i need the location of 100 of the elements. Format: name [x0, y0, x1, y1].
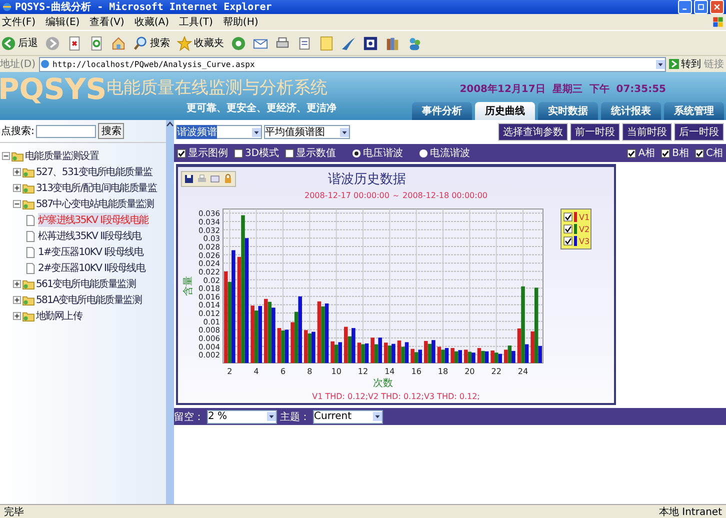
page-icon	[24, 214, 37, 226]
margin-select[interactable]: 2 %	[207, 410, 277, 424]
period-button[interactable]: 后一时段	[674, 123, 724, 141]
x-tick-label: 4	[254, 367, 259, 376]
menu-item[interactable]: 收藏(A)	[134, 15, 169, 29]
tree-item[interactable]: 313变电所/配电间电能质量监	[36, 181, 156, 195]
page-icon	[24, 230, 37, 242]
menu-item[interactable]: 查看(V)	[90, 15, 124, 29]
folder-icon	[22, 294, 35, 306]
close-button[interactable]	[710, 0, 724, 14]
search-button[interactable]: 搜索	[98, 123, 124, 139]
slogan: 更可靠、更安全、更经济、更洁净	[186, 101, 337, 115]
maximize-button[interactable]	[694, 0, 708, 14]
option-label: 电压谐波	[363, 146, 404, 160]
window-title: PQSYS-曲线分析 - Microsoft Internet Explorer	[15, 0, 273, 14]
search-label: 点搜索:	[1, 124, 34, 138]
dropdown-arrow-icon[interactable]	[252, 128, 261, 136]
legend-checkbox[interactable]	[564, 212, 572, 222]
menu-item[interactable]: 文件(F)	[2, 15, 36, 29]
checkbox[interactable]	[177, 148, 186, 158]
tree-item[interactable]: 561变电所电能质量监测	[36, 277, 136, 291]
period-button[interactable]: 选择查询参数	[498, 123, 568, 141]
dropdown-arrow-icon[interactable]	[267, 412, 276, 421]
checkbox[interactable]	[285, 148, 294, 158]
legend-checkbox[interactable]	[564, 236, 572, 246]
dropdown-arrow-icon[interactable]	[373, 412, 382, 421]
search-icon	[133, 36, 148, 50]
checkbox[interactable]	[695, 148, 704, 158]
checkbox[interactable]	[627, 148, 636, 158]
view-select[interactable]: 平均值频谱图	[264, 125, 350, 139]
bird-icon[interactable]	[341, 36, 356, 50]
expander-icon[interactable]	[13, 280, 21, 288]
checkbox[interactable]	[234, 148, 243, 158]
folder-icon	[22, 198, 35, 210]
page-icon	[40, 59, 50, 69]
x-tick-label: 6	[280, 367, 286, 376]
tree-item[interactable]: 581A变电所电能质量监测	[36, 293, 142, 307]
radio-button[interactable]	[419, 148, 428, 158]
nav-tab[interactable]: 实时数据	[538, 102, 598, 120]
search-field[interactable]	[36, 124, 96, 138]
radio-button[interactable]	[352, 148, 362, 158]
dropdown-arrow-icon[interactable]	[656, 60, 665, 68]
checkbox[interactable]	[661, 148, 670, 158]
save-icon[interactable]	[184, 174, 194, 184]
edit-icon[interactable]	[297, 36, 312, 50]
chart-type-select[interactable]: 谐波频谱	[176, 125, 262, 139]
tree-item[interactable]: 587中心变电站电能质量监测	[36, 197, 154, 211]
x-axis-label: 次数	[373, 378, 393, 389]
date-time: 2008年12月17日 星期三 下午 07:35:55	[460, 82, 666, 96]
page-icon	[24, 246, 37, 258]
lock-icon[interactable]	[223, 174, 233, 184]
address-label: 地址(D)	[0, 58, 36, 71]
tree-item[interactable]: 炉寨进线35KV I段母线电能	[38, 213, 148, 227]
legend-checkbox[interactable]	[564, 224, 572, 234]
people-icon[interactable]	[407, 36, 422, 50]
folder-icon	[22, 278, 35, 290]
nav-tab[interactable]: 统计报表	[601, 102, 661, 120]
menu-item[interactable]: 工具(T)	[179, 15, 213, 29]
back-button[interactable]: 后退	[1, 36, 38, 50]
expander-icon[interactable]	[13, 312, 21, 320]
favorites-button[interactable]: 收藏夹	[177, 36, 224, 50]
expander-icon[interactable]	[13, 184, 21, 192]
period-button[interactable]: 当前时段	[622, 123, 672, 141]
expander-icon[interactable]	[13, 168, 21, 176]
stop-icon[interactable]	[67, 36, 82, 50]
margin-label: 留空：	[174, 410, 204, 424]
tree-item[interactable]: 松苒进线35KV II段母线电	[38, 229, 142, 243]
square-logo-icon[interactable]	[363, 36, 378, 50]
nav-tab[interactable]: 事件分析	[412, 102, 472, 120]
books-icon[interactable]	[385, 36, 400, 50]
x-tick-label: 16	[411, 367, 422, 376]
maximize-icon	[697, 3, 705, 11]
expander-icon[interactable]	[13, 200, 21, 208]
menu-item[interactable]: 编辑(E)	[46, 15, 80, 29]
tree-item[interactable]: 地勤网上传	[36, 309, 82, 323]
theme-select[interactable]: Current	[313, 410, 383, 424]
option-label: B相	[672, 146, 690, 160]
nav-tab[interactable]: 系统管理	[664, 102, 724, 120]
close-icon	[713, 3, 721, 11]
media-icon[interactable]	[231, 36, 246, 50]
go-button[interactable]: 转到	[669, 57, 701, 71]
theme-label: 主题：	[280, 410, 310, 424]
period-button[interactable]: 前一时段	[570, 123, 620, 141]
search-button[interactable]: 搜索	[133, 36, 170, 50]
expander-icon[interactable]	[13, 296, 21, 304]
address-field[interactable]: http://localhost/PQweb/Analysis_Curve.aspx	[38, 56, 666, 72]
home-icon[interactable]	[111, 36, 126, 50]
tree-item[interactable]: 527、531变电所电能质量监	[36, 165, 152, 179]
tree-item[interactable]: 电能质量监测设置	[25, 149, 99, 163]
nav-tab[interactable]: 历史曲线	[475, 102, 535, 120]
refresh-icon[interactable]	[89, 36, 104, 50]
tree-item[interactable]: 1#变压器10KV I段母线电	[38, 245, 143, 259]
menu-item[interactable]: 帮助(H)	[222, 15, 258, 29]
minimize-button[interactable]	[678, 0, 692, 14]
print-icon[interactable]	[275, 36, 290, 50]
tree-item[interactable]: 2#变压器10KV II段母线电	[38, 261, 146, 275]
option-label: A相	[638, 146, 656, 160]
dropdown-arrow-icon[interactable]	[340, 128, 349, 136]
expander-icon[interactable]	[2, 152, 10, 160]
status-text: 完毕	[4, 506, 24, 518]
